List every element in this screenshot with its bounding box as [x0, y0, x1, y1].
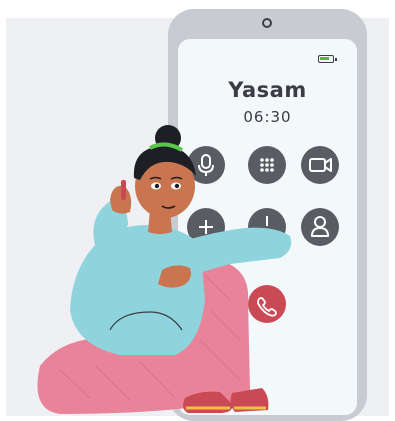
phone-hand: [110, 185, 132, 214]
person-on-phone-illustration: [37, 125, 292, 414]
handheld-phone: [121, 180, 126, 200]
illustration-canvas: Yasam 06:30: [0, 0, 395, 421]
